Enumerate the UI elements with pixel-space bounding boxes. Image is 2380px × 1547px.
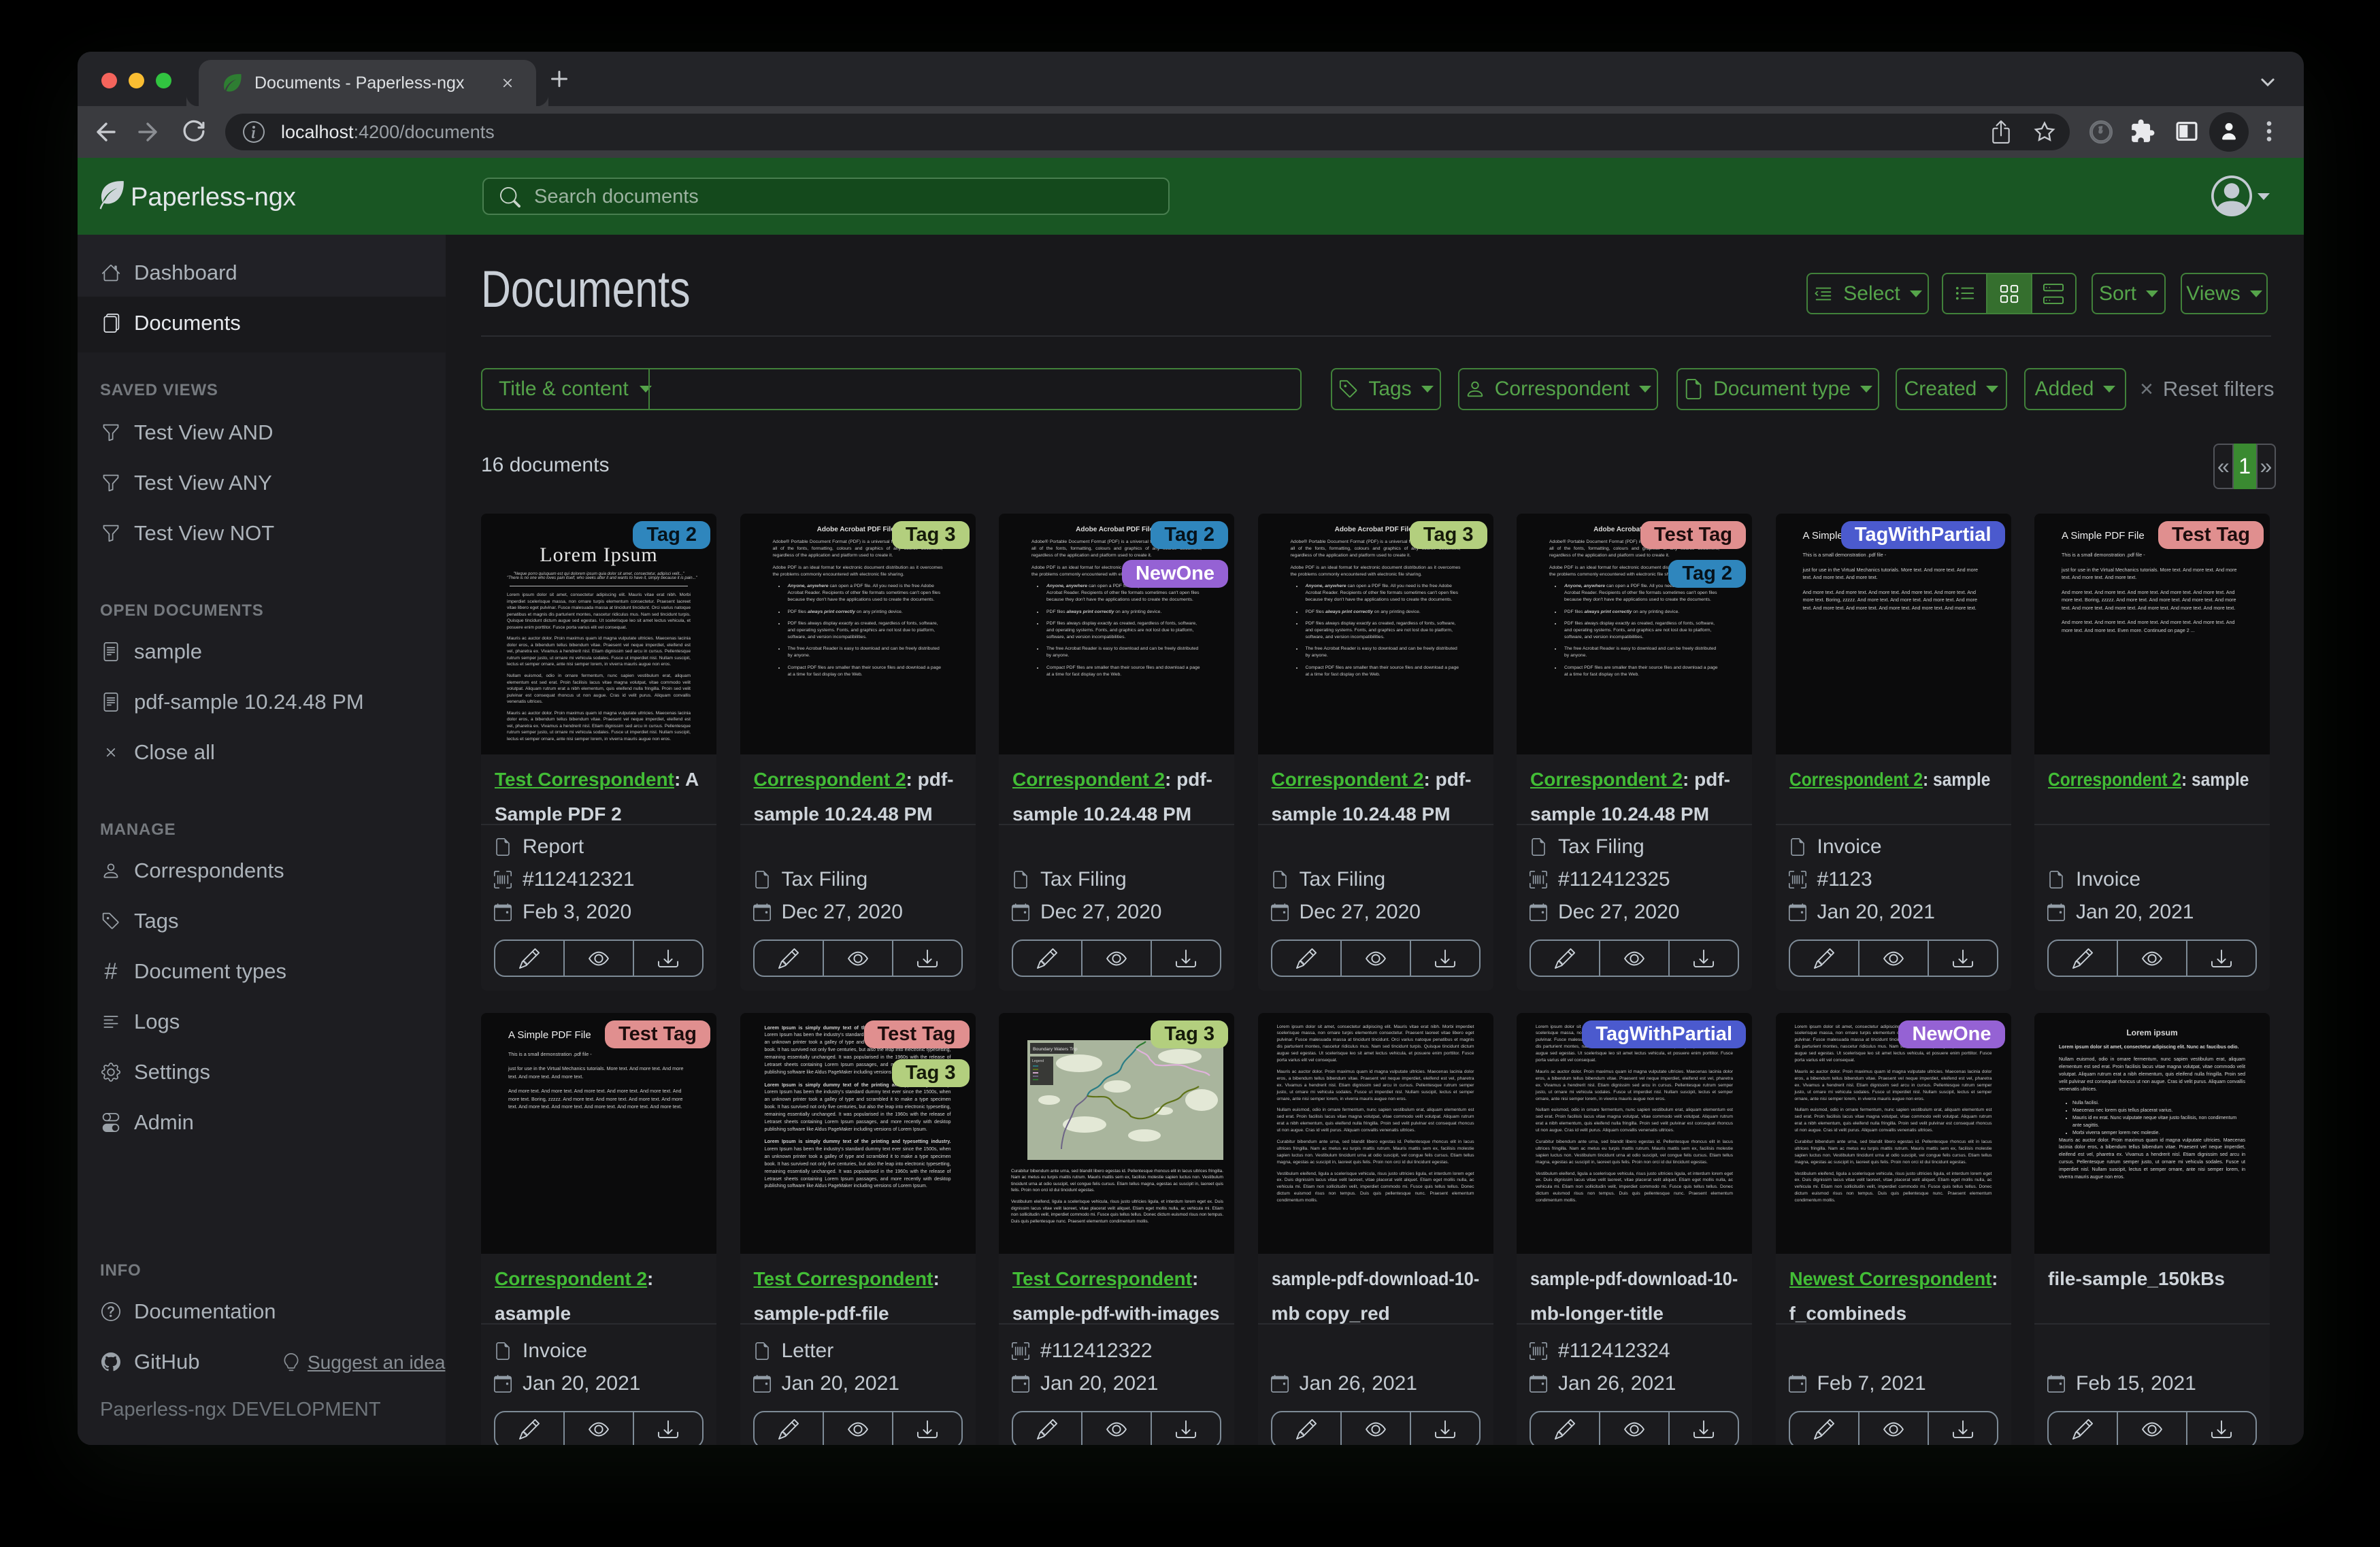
svg-text:Legend: Legend — [1032, 1059, 1044, 1063]
svg-text:Boundary Waters Trip: Boundary Waters Trip — [1033, 1047, 1078, 1052]
